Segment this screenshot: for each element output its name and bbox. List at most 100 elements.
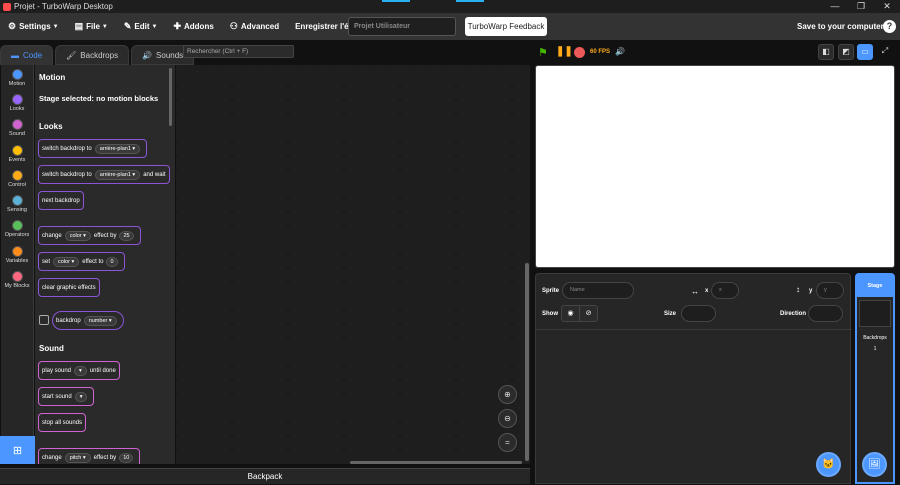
- maximize-button[interactable]: ❐: [848, 0, 874, 13]
- size-input[interactable]: [681, 305, 716, 322]
- x-label: x: [705, 288, 709, 294]
- category-events[interactable]: Events: [1, 141, 33, 166]
- backdrop-monitor-checkbox[interactable]: [39, 315, 49, 325]
- zoom-in-button[interactable]: ⊕: [498, 385, 517, 404]
- block-switch-backdrop[interactable]: switch backdrop to arrière-plan1 ▾: [38, 139, 148, 158]
- addons-label: Addons: [184, 22, 214, 31]
- volume-icon[interactable]: 🔊: [615, 47, 625, 56]
- number-input[interactable]: 25: [119, 230, 134, 241]
- dropdown-value: arrière-plan1: [99, 145, 131, 152]
- minimize-button[interactable]: —: [822, 0, 848, 13]
- titlebar-progress-indicator-2: [456, 0, 484, 2]
- advanced-menu[interactable]: ⚇ Advanced: [222, 13, 287, 40]
- palette-heading-looks: Looks: [39, 122, 63, 131]
- code-workspace[interactable]: [176, 65, 530, 464]
- pause-icon[interactable]: ❚❚: [556, 46, 573, 57]
- block-next-backdrop[interactable]: next backdrop: [38, 191, 84, 210]
- help-icon[interactable]: ?: [883, 20, 896, 33]
- normal-stage-icon: ◩: [842, 47, 850, 56]
- brush-icon: 🖌: [66, 50, 77, 60]
- small-stage-button[interactable]: ◧: [818, 44, 834, 60]
- backdrop-dropdown[interactable]: arrière-plan1 ▾: [94, 143, 141, 154]
- green-flag-icon[interactable]: ⚑: [538, 46, 548, 59]
- category-looks[interactable]: Looks: [1, 90, 33, 115]
- file-icon: ▤: [74, 21, 84, 31]
- block-search-input[interactable]: Rechercher (Ctrl + F): [183, 45, 294, 58]
- advanced-icon: ⚇: [229, 21, 238, 31]
- add-extension-button[interactable]: ⊞: [0, 436, 35, 464]
- category-motion[interactable]: Motion: [1, 65, 33, 90]
- stage-thumbnail: [859, 300, 891, 327]
- hide-sprite-button[interactable]: ⊘: [579, 305, 598, 322]
- backdrop-dropdown[interactable]: arrière-plan1 ▾: [94, 169, 141, 180]
- edit-menu[interactable]: ✎ Edit ▼: [116, 13, 166, 40]
- y-position-input[interactable]: y: [816, 282, 844, 299]
- number-input[interactable]: 10: [119, 452, 134, 463]
- sound-effect-dropdown[interactable]: pitch ▾: [64, 452, 91, 463]
- cat-icon: 🐱: [822, 459, 835, 470]
- tab-backdrops-label: Backdrops: [80, 50, 119, 60]
- stop-icon[interactable]: [574, 47, 585, 58]
- block-start-sound[interactable]: start sound ▾: [38, 387, 95, 406]
- zoom-out-button[interactable]: ⊖: [498, 409, 517, 428]
- settings-menu[interactable]: ⚙ Settings ▼: [0, 13, 67, 40]
- editor-tabs: ▬ Code 🖌 Backdrops 🔊 Sounds: [0, 45, 196, 65]
- speaker-icon: 🔊: [142, 50, 153, 60]
- eye-off-icon: ⊘: [585, 310, 592, 317]
- effect-dropdown[interactable]: color ▾: [64, 230, 91, 241]
- show-label: Show: [542, 311, 558, 317]
- add-backdrop-button[interactable]: 🖼: [862, 452, 887, 477]
- workspace-vertical-scrollbar[interactable]: [525, 263, 529, 461]
- dropdown-value: arrière-plan1: [99, 171, 131, 178]
- category-sensing[interactable]: Sensing: [1, 191, 33, 216]
- small-stage-icon: ◧: [822, 47, 830, 56]
- save-to-computer-button[interactable]: Save to your computer: [797, 13, 884, 40]
- block-change-effect[interactable]: change color ▾ effect by 25: [38, 226, 141, 245]
- direction-input[interactable]: [808, 305, 843, 322]
- backpack-bar[interactable]: Backpack: [0, 468, 530, 484]
- category-label: Sensing: [7, 207, 27, 214]
- category-sound[interactable]: Sound: [1, 116, 33, 141]
- y-label: y: [809, 288, 813, 294]
- category-operators[interactable]: Operators: [1, 217, 33, 242]
- block-stop-all-sounds[interactable]: stop all sounds: [38, 413, 87, 432]
- block-play-sound-until-done[interactable]: play sound ▾ until done: [38, 361, 120, 380]
- close-button[interactable]: ✕: [874, 0, 900, 13]
- block-set-effect[interactable]: set color ▾ effect to 0: [38, 252, 125, 271]
- large-stage-button[interactable]: ▭: [857, 44, 873, 60]
- effect-dropdown[interactable]: color ▾: [53, 256, 80, 267]
- sprite-name-input[interactable]: Name: [562, 282, 634, 299]
- stage-controls: ⚑ ❚❚ 60 FPS 🔊 ◧ ◩ ▭ ⤢: [535, 44, 895, 62]
- fullscreen-button[interactable]: ⤢: [877, 44, 893, 60]
- block-switch-backdrop-and-wait[interactable]: switch backdrop to arrière-plan1 ▾ and w…: [38, 165, 170, 184]
- palette-scrollbar[interactable]: [169, 68, 172, 126]
- edit-label: Edit: [134, 22, 150, 31]
- addons-menu[interactable]: ✚ Addons: [165, 13, 221, 40]
- window-controls: — ❐ ✕: [822, 0, 900, 13]
- sound-dropdown[interactable]: ▾: [74, 365, 87, 376]
- x-position-input[interactable]: x: [711, 282, 739, 299]
- stage-canvas[interactable]: [535, 65, 895, 268]
- add-sprite-button[interactable]: 🐱: [816, 452, 841, 477]
- file-menu[interactable]: ▤ File ▼: [67, 13, 116, 40]
- feedback-button[interactable]: TurboWarp Feedback: [465, 17, 547, 36]
- dropdown-value: pitch: [69, 454, 82, 461]
- backdrop-property-dropdown[interactable]: number ▾: [83, 315, 117, 326]
- category-variables[interactable]: Variables: [1, 242, 33, 267]
- block-change-sound-effect[interactable]: change pitch ▾ effect by 10: [38, 448, 141, 464]
- project-title-input[interactable]: Projet Utilisateur: [348, 17, 456, 36]
- tab-backdrops[interactable]: 🖌 Backdrops: [55, 45, 130, 65]
- tab-code[interactable]: ▬ Code: [0, 45, 54, 65]
- category-control[interactable]: Control: [1, 166, 33, 191]
- sound-dropdown[interactable]: ▾: [74, 391, 88, 402]
- zoom-reset-button[interactable]: =: [498, 433, 517, 452]
- block-clear-effects[interactable]: clear graphic effects: [38, 278, 100, 297]
- show-sprite-button[interactable]: ◉: [561, 305, 580, 322]
- number-input[interactable]: 0: [106, 256, 118, 267]
- category-dot-icon: [11, 220, 23, 232]
- sprite-info: Sprite Name ↔ x x ↕ y y Show ◉ ⊘ Size Di…: [536, 274, 852, 330]
- category-my-blocks[interactable]: My Blocks: [1, 267, 33, 292]
- normal-stage-button[interactable]: ◩: [838, 44, 854, 60]
- reporter-backdrop[interactable]: backdrop number ▾: [52, 311, 124, 330]
- workspace-horizontal-scrollbar[interactable]: [350, 461, 522, 464]
